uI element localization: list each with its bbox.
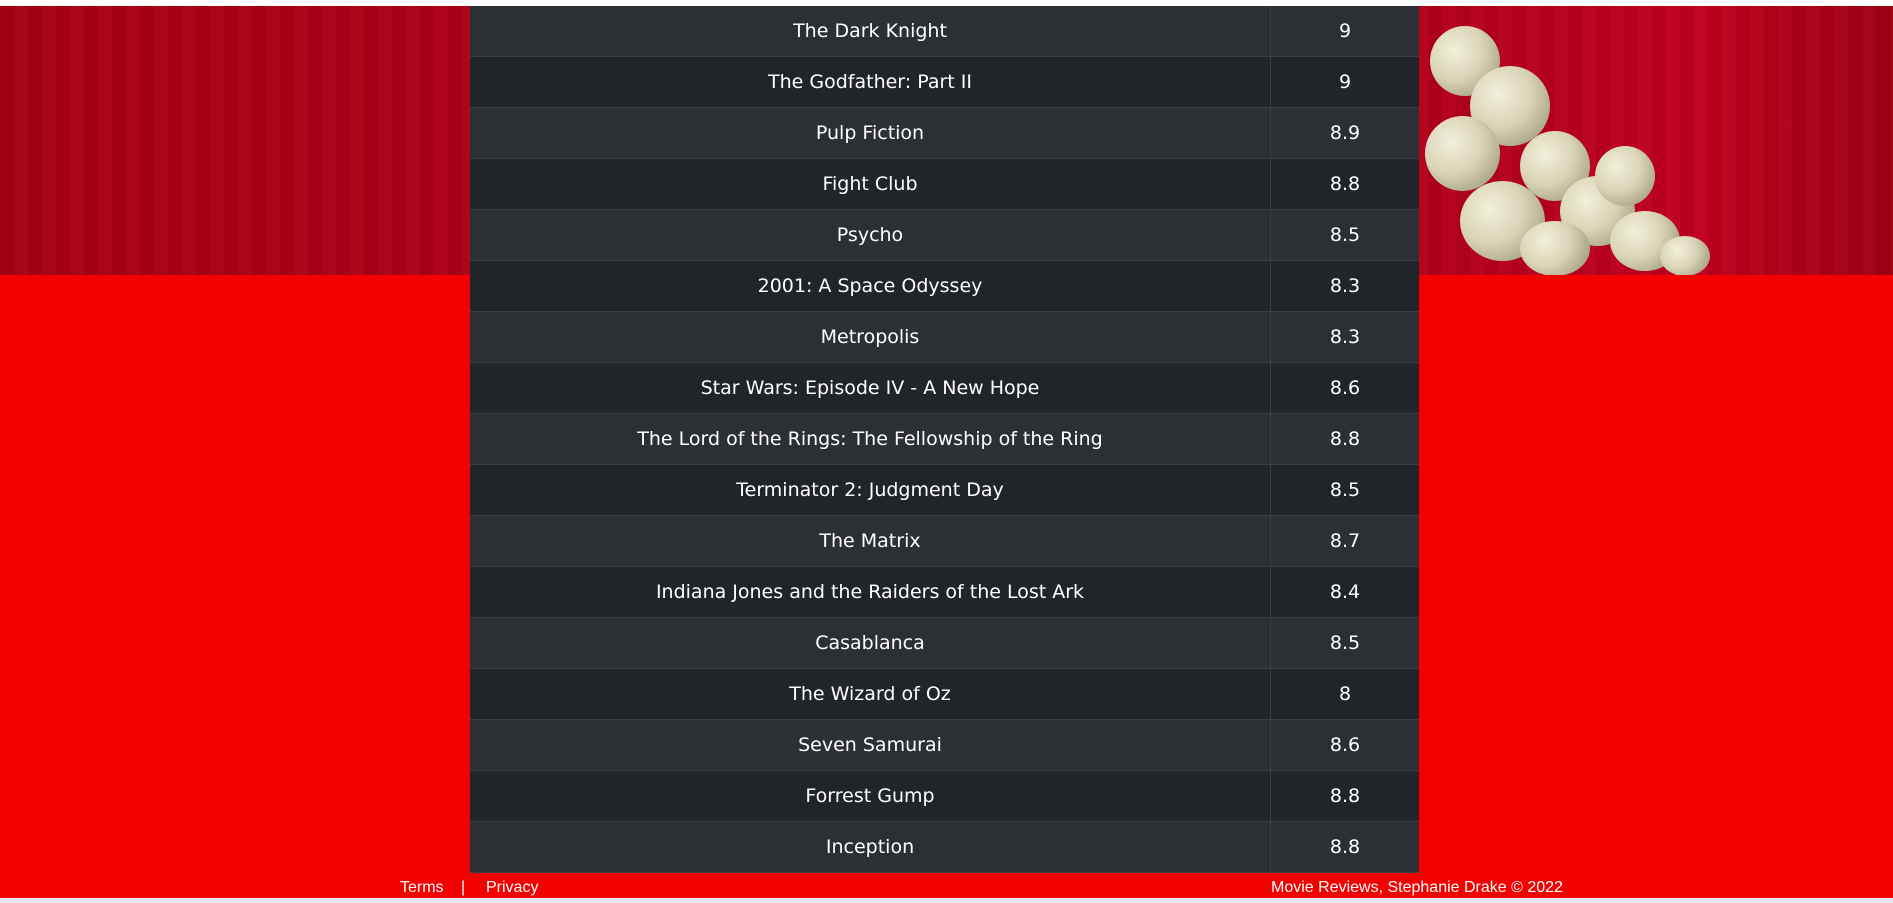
popcorn-kernel bbox=[1425, 116, 1500, 191]
table-row: The Lord of the Rings: The Fellowship of… bbox=[470, 413, 1419, 465]
movie-rating-cell: 8.3 bbox=[1270, 311, 1419, 363]
table-row: Casablanca 8.5 bbox=[470, 617, 1419, 669]
movie-title-cell: Star Wars: Episode IV - A New Hope bbox=[470, 362, 1271, 414]
movie-rating-cell: 8.3 bbox=[1270, 260, 1419, 312]
bottom-strip bbox=[0, 898, 1893, 903]
table-row: 2001: A Space Odyssey 8.3 bbox=[470, 260, 1419, 312]
movie-title-cell: The Wizard of Oz bbox=[470, 668, 1271, 720]
movie-rating-cell: 8.5 bbox=[1270, 617, 1419, 669]
table-row: The Wizard of Oz 8 bbox=[470, 668, 1419, 720]
movie-rating-cell: 8.6 bbox=[1270, 719, 1419, 771]
table-row: Star Wars: Episode IV - A New Hope 8.6 bbox=[470, 362, 1419, 414]
movie-rating-cell: 8.8 bbox=[1270, 413, 1419, 465]
movie-rating-cell: 8.8 bbox=[1270, 158, 1419, 210]
movie-rating-cell: 8.4 bbox=[1270, 566, 1419, 618]
movie-rating-cell: 8.5 bbox=[1270, 209, 1419, 261]
movie-title-cell: Seven Samurai bbox=[470, 719, 1271, 771]
table-row: Inception 8.8 bbox=[470, 821, 1419, 873]
footer: Terms | Privacy Movie Reviews, Stephanie… bbox=[0, 878, 1893, 898]
table-row: Pulp Fiction 8.9 bbox=[470, 107, 1419, 159]
table-row: Indiana Jones and the Raiders of the Los… bbox=[470, 566, 1419, 618]
table-row: The Matrix 8.7 bbox=[470, 515, 1419, 567]
popcorn-kernel bbox=[1520, 221, 1590, 275]
movie-rating-cell: 8.5 bbox=[1270, 464, 1419, 516]
table-row: The Godfather: Part II 9 bbox=[470, 56, 1419, 108]
movie-title-cell: Pulp Fiction bbox=[470, 107, 1271, 159]
movie-title-cell: Metropolis bbox=[470, 311, 1271, 363]
movie-title-cell: Forrest Gump bbox=[470, 770, 1271, 822]
movie-title-cell: The Godfather: Part II bbox=[470, 56, 1271, 108]
terms-link[interactable]: Terms bbox=[400, 879, 444, 897]
table-row: Psycho 8.5 bbox=[470, 209, 1419, 261]
popcorn-kernel bbox=[1595, 146, 1655, 206]
movie-ratings-table: The Dark Knight 9 The Godfather: Part II 9 P… bbox=[470, 6, 1419, 873]
movie-title-cell: 2001: A Space Odyssey bbox=[470, 260, 1271, 312]
movie-rating-cell: 8.8 bbox=[1270, 770, 1419, 822]
movie-title-cell: Inception bbox=[470, 821, 1271, 873]
movie-title-cell: The Matrix bbox=[470, 515, 1271, 567]
copyright-text: Movie Reviews, Stephanie Drake © 2022 bbox=[1271, 879, 1563, 896]
movie-rating-cell: 9 bbox=[1270, 56, 1419, 108]
movie-table-body: The Dark Knight 9 The Godfather: Part II 9 P… bbox=[470, 6, 1419, 873]
table-row: Metropolis 8.3 bbox=[470, 311, 1419, 363]
table-row: Seven Samurai 8.6 bbox=[470, 719, 1419, 771]
movie-title-cell: The Lord of the Rings: The Fellowship of… bbox=[470, 413, 1271, 465]
movie-rating-cell: 8.8 bbox=[1270, 821, 1419, 873]
movie-rating-cell: 8.9 bbox=[1270, 107, 1419, 159]
privacy-link[interactable]: Privacy bbox=[486, 879, 538, 897]
table-row: Fight Club 8.8 bbox=[470, 158, 1419, 210]
movie-rating-cell: 8.7 bbox=[1270, 515, 1419, 567]
movie-title-cell: Terminator 2: Judgment Day bbox=[470, 464, 1271, 516]
table-row: Terminator 2: Judgment Day 8.5 bbox=[470, 464, 1419, 516]
table-row: The Dark Knight 9 bbox=[470, 6, 1419, 57]
movie-title-cell: The Dark Knight bbox=[470, 6, 1271, 57]
movie-title-cell: Indiana Jones and the Raiders of the Los… bbox=[470, 566, 1271, 618]
movie-rating-cell: 8 bbox=[1270, 668, 1419, 720]
table-row: Forrest Gump 8.8 bbox=[470, 770, 1419, 822]
movie-title-cell: Fight Club bbox=[470, 158, 1271, 210]
movie-title-cell: Psycho bbox=[470, 209, 1271, 261]
footer-separator: | bbox=[461, 879, 466, 896]
movie-rating-cell: 8.6 bbox=[1270, 362, 1419, 414]
movie-rating-cell: 9 bbox=[1270, 6, 1419, 57]
popcorn-kernel bbox=[1660, 236, 1710, 275]
movie-title-cell: Casablanca bbox=[470, 617, 1271, 669]
